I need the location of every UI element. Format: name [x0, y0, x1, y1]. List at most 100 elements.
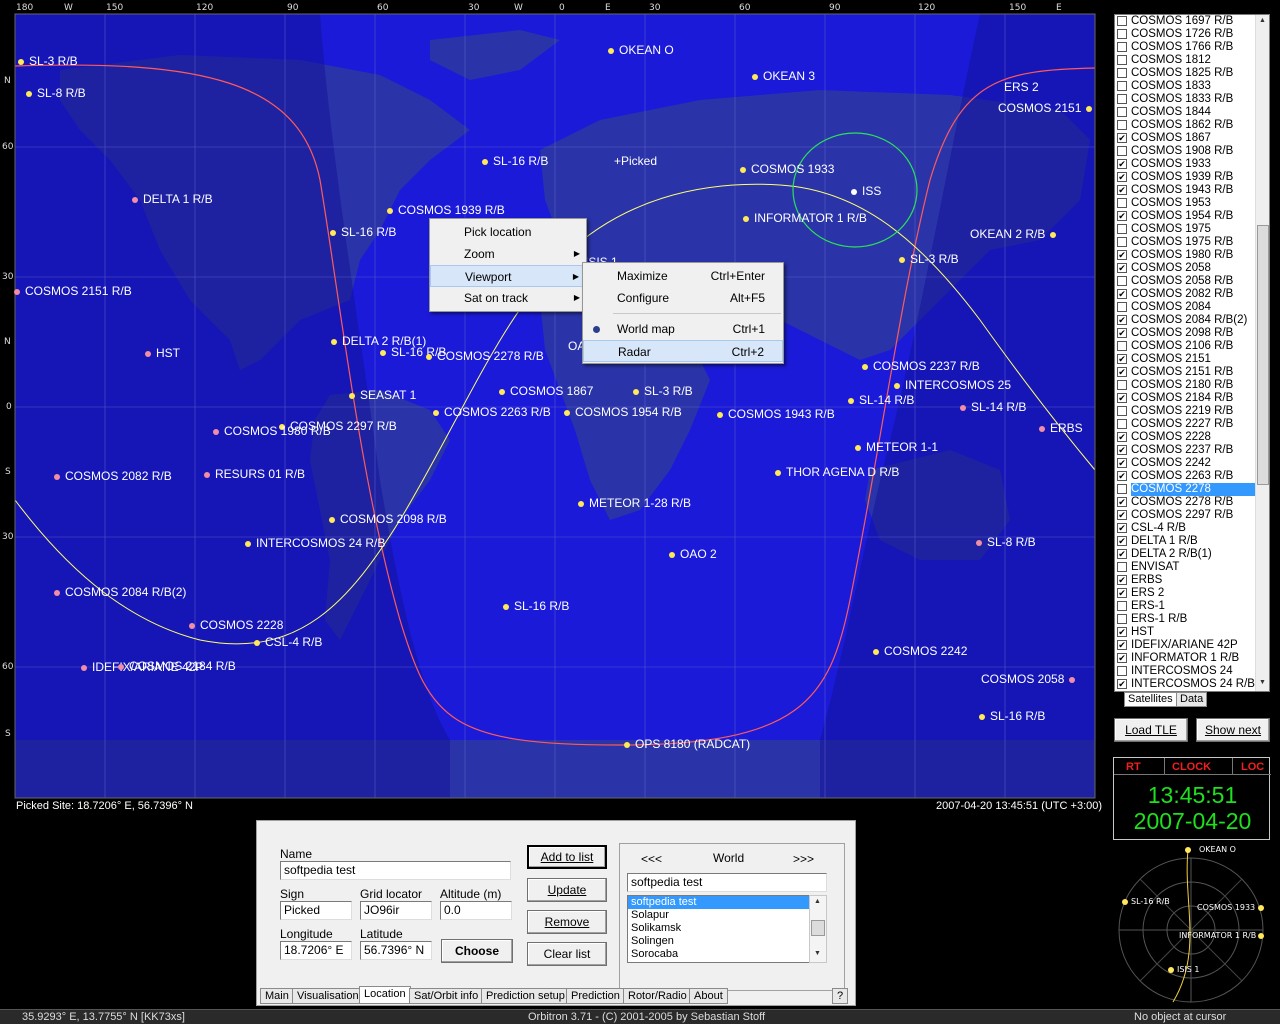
- tab-location[interactable]: Location: [359, 986, 411, 1004]
- checkbox-icon[interactable]: [1117, 484, 1127, 494]
- tab-prediction-setup[interactable]: Prediction setup: [481, 988, 570, 1004]
- tab-rotor-radio[interactable]: Rotor/Radio: [623, 988, 692, 1004]
- satellite-marker[interactable]: SL-16 R/B: [482, 154, 548, 168]
- tab-visualisation[interactable]: Visualisation: [292, 988, 364, 1004]
- checkbox-checked-icon[interactable]: ✔: [1117, 497, 1127, 507]
- menu-item-world-map[interactable]: World map Ctrl+1: [583, 318, 783, 340]
- tab-main[interactable]: Main: [260, 988, 294, 1004]
- checkbox-checked-icon[interactable]: ✔: [1117, 653, 1127, 663]
- checkbox-icon[interactable]: [1117, 276, 1127, 286]
- satellite-marker[interactable]: SL-8 R/B: [976, 535, 1036, 549]
- satellite-list-item[interactable]: ✔ INFORMATOR 1 R/B: [1115, 652, 1269, 665]
- satellite-list-item[interactable]: COSMOS 2278: [1115, 483, 1269, 496]
- checkbox-icon[interactable]: [1117, 16, 1127, 26]
- satellite-marker[interactable]: INTERCOSMOS 25: [894, 378, 1011, 392]
- name-field[interactable]: softpedia test: [280, 861, 511, 880]
- grid-locator-field[interactable]: JO96ir: [360, 901, 432, 920]
- satellite-list-item[interactable]: ✔ COSMOS 2151 R/B: [1115, 366, 1269, 379]
- checkbox-checked-icon[interactable]: ✔: [1117, 549, 1127, 559]
- checkbox-icon[interactable]: [1117, 224, 1127, 234]
- satellite-list-item[interactable]: INTERCOSMOS 24: [1115, 665, 1269, 678]
- satellite-marker[interactable]: SL-16 R/B: [503, 599, 569, 613]
- checkbox-icon[interactable]: [1117, 94, 1127, 104]
- satellite-marker[interactable]: INFORMATOR 1 R/B: [743, 211, 867, 225]
- list-item[interactable]: softpedia test: [628, 896, 826, 909]
- satellite-list-item[interactable]: ✔ COSMOS 1943 R/B: [1115, 184, 1269, 197]
- checkbox-icon[interactable]: [1117, 198, 1127, 208]
- satellite-marker[interactable]: RESURS 01 R/B: [204, 467, 305, 481]
- checkbox-icon[interactable]: [1117, 120, 1127, 130]
- checkbox-icon[interactable]: [1117, 146, 1127, 156]
- checkbox-checked-icon[interactable]: ✔: [1117, 445, 1127, 455]
- update-button[interactable]: Update: [527, 878, 607, 902]
- city-search-input[interactable]: softpedia test: [627, 873, 827, 892]
- next-region-button[interactable]: >>>: [793, 852, 814, 866]
- satellite-list-item[interactable]: ✔ COSMOS 1980 R/B: [1115, 249, 1269, 262]
- satellite-list-scrollbar[interactable]: ▲ ▼: [1255, 15, 1269, 691]
- checkbox-icon[interactable]: [1117, 419, 1127, 429]
- checkbox-checked-icon[interactable]: ✔: [1117, 588, 1127, 598]
- checkbox-icon[interactable]: [1117, 237, 1127, 247]
- satellite-list-item[interactable]: COSMOS 1833 R/B: [1115, 93, 1269, 106]
- checkbox-checked-icon[interactable]: ✔: [1117, 159, 1127, 169]
- satellite-list-item[interactable]: COSMOS 1697 R/B: [1115, 15, 1269, 28]
- satellite-marker[interactable]: SL-16 R/B: [979, 709, 1045, 723]
- clock-indicator[interactable]: CLOCK: [1172, 761, 1211, 773]
- satellite-marker[interactable]: SL-14 R/B: [960, 400, 1026, 414]
- scroll-thumb[interactable]: [811, 920, 825, 936]
- checkbox-checked-icon[interactable]: ✔: [1117, 471, 1127, 481]
- satellite-marker[interactable]: SL-14 R/B: [848, 393, 914, 407]
- world-map-canvas[interactable]: [0, 0, 1110, 800]
- remove-button[interactable]: Remove: [527, 910, 607, 934]
- menu-item-viewport[interactable]: Viewport ▶: [430, 265, 586, 287]
- satellite-marker[interactable]: OAO 2: [669, 547, 717, 561]
- satellite-marker[interactable]: COSMOS 2151: [998, 101, 1093, 115]
- satellite-list-item[interactable]: ✔ DELTA 1 R/B: [1115, 535, 1269, 548]
- checkbox-checked-icon[interactable]: ✔: [1117, 575, 1127, 585]
- checkbox-icon[interactable]: [1117, 341, 1127, 351]
- satellite-list-item[interactable]: ERS-1: [1115, 600, 1269, 613]
- satellite-marker[interactable]: COSMOS 2263 R/B: [433, 405, 551, 419]
- checkbox-checked-icon[interactable]: ✔: [1117, 289, 1127, 299]
- satellite-marker[interactable]: METEOR 1-28 R/B: [578, 496, 691, 510]
- list-item[interactable]: Solikamsk: [628, 922, 826, 935]
- radar-view[interactable]: OKEAN O SL-16 R/B COSMOS 1933 INFORMATOR…: [1113, 842, 1270, 1007]
- menu-item-sat-on-track[interactable]: Sat on track ▶: [430, 287, 586, 309]
- menu-item-configure[interactable]: Configure Alt+F5: [583, 287, 783, 309]
- scroll-down-icon[interactable]: ▼: [814, 950, 821, 957]
- checkbox-checked-icon[interactable]: ✔: [1117, 172, 1127, 182]
- list-item[interactable]: Solingen: [628, 935, 826, 948]
- satellite-marker[interactable]: COSMOS 2278 R/B: [426, 349, 544, 363]
- satellite-list-item[interactable]: COSMOS 2180 R/B: [1115, 379, 1269, 392]
- satellite-list-item[interactable]: COSMOS 1833: [1115, 80, 1269, 93]
- satellite-marker[interactable]: OKEAN O: [608, 43, 674, 57]
- satellite-marker[interactable]: DELTA 1 R/B: [132, 192, 213, 206]
- menu-item-zoom[interactable]: Zoom ▶: [430, 243, 586, 265]
- satellite-list-item[interactable]: ✔ COSMOS 2242: [1115, 457, 1269, 470]
- load-tle-button[interactable]: Load TLE: [1114, 718, 1188, 742]
- scroll-up-icon[interactable]: ▲: [1259, 17, 1266, 24]
- checkbox-checked-icon[interactable]: ✔: [1117, 432, 1127, 442]
- checkbox-checked-icon[interactable]: ✔: [1117, 536, 1127, 546]
- checkbox-icon[interactable]: [1117, 601, 1127, 611]
- show-next-button[interactable]: Show next: [1196, 718, 1270, 742]
- world-map[interactable]: 180 W 150 120 90 60 30 W 0 E 30 60 90 12…: [0, 0, 1110, 800]
- satellite-marker[interactable]: COSMOS 2058: [981, 672, 1076, 686]
- satellite-marker[interactable]: COSMOS 2228: [189, 618, 283, 632]
- satellite-list[interactable]: COSMOS 1697 R/B COSMOS 1726 R/B COSMOS 176…: [1114, 14, 1270, 692]
- satellite-list-item[interactable]: ✔ IDEFIX/ARIANE 42P: [1115, 639, 1269, 652]
- satellite-list-item[interactable]: ✔ COSMOS 2278 R/B: [1115, 496, 1269, 509]
- satellite-list-item[interactable]: ✔ COSMOS 2084 R/B(2): [1115, 314, 1269, 327]
- satellite-marker[interactable]: COSMOS 2184 R/B: [118, 659, 236, 673]
- satellite-list-item[interactable]: ✔ COSMOS 2184 R/B: [1115, 392, 1269, 405]
- menu-item-radar[interactable]: Radar Ctrl+2: [583, 340, 783, 362]
- satellite-list-item[interactable]: ✔ CSL-4 R/B: [1115, 522, 1269, 535]
- satellite-marker[interactable]: COSMOS 2084 R/B(2): [54, 585, 186, 599]
- prev-region-button[interactable]: <<<: [641, 852, 662, 866]
- satellite-list-item[interactable]: ENVISAT: [1115, 561, 1269, 574]
- satellite-list-item[interactable]: ✔ ERBS: [1115, 574, 1269, 587]
- satellite-list-item[interactable]: ERS-1 R/B: [1115, 613, 1269, 626]
- satellite-list-item[interactable]: COSMOS 1975 R/B: [1115, 236, 1269, 249]
- satellite-marker[interactable]: COSMOS 1954 R/B: [564, 405, 682, 419]
- checkbox-checked-icon[interactable]: ✔: [1117, 640, 1127, 650]
